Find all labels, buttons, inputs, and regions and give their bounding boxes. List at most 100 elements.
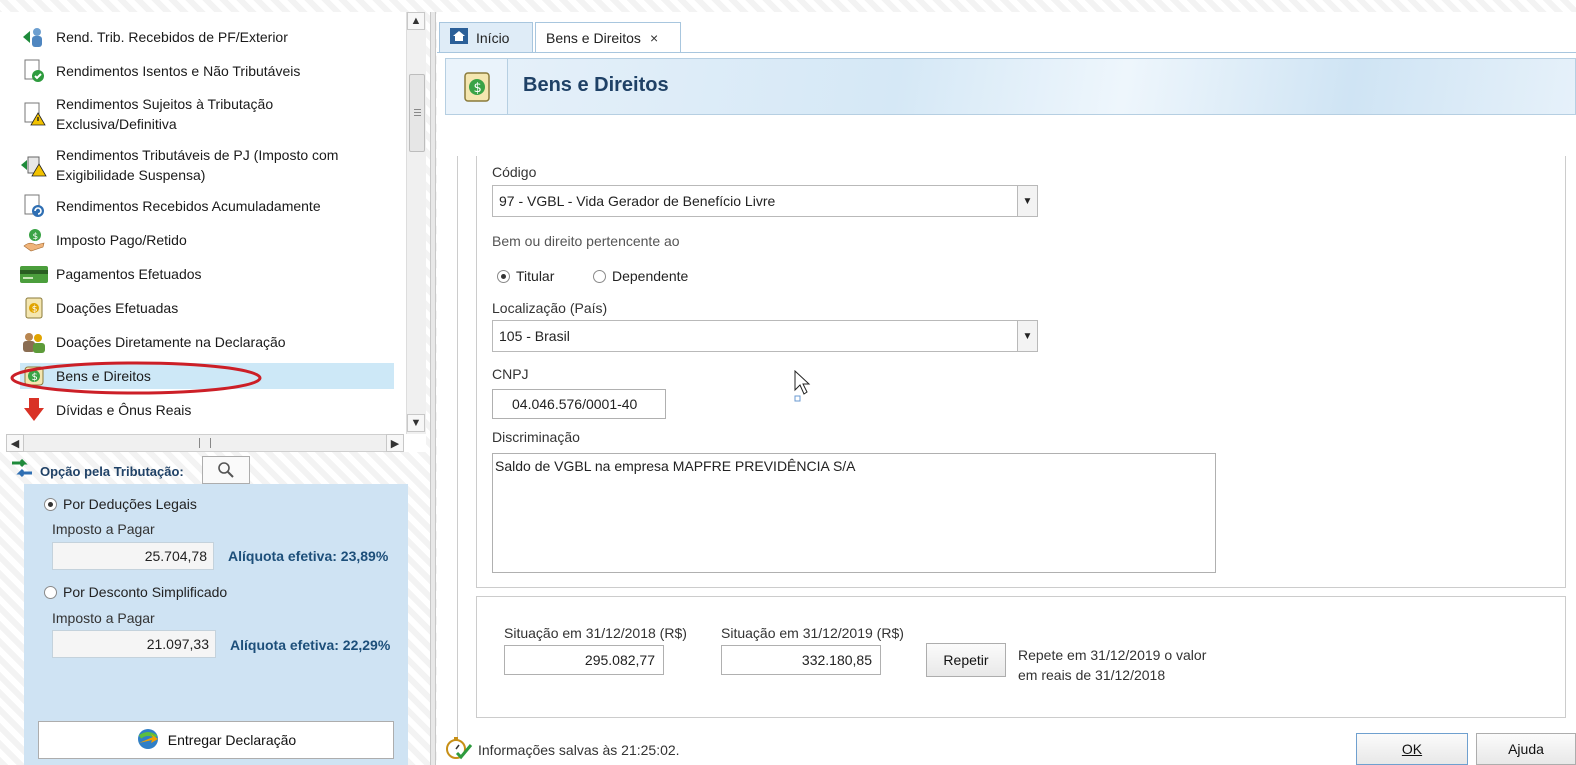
situacao-2019-input[interactable]: 332.180,85 xyxy=(721,645,881,675)
scroll-down-button[interactable]: ▼ xyxy=(407,414,425,432)
cnpj-input[interactable]: 04.046.576/0001-40 xyxy=(492,389,666,419)
radio-desconto-simplificado[interactable]: Por Desconto Simplificado xyxy=(44,584,227,600)
nav-item-label: Rendimentos Isentos e Não Tributáveis xyxy=(56,63,301,79)
imposto-simplificado-value: 21.097,33 xyxy=(52,630,216,658)
nav-item-doacoes-diretamente[interactable]: Doações Diretamente na Declaração xyxy=(20,329,394,355)
opcao-tributacao-panel: Por Deduções Legais Imposto a Pagar 25.7… xyxy=(24,484,408,765)
nav-item-rendimentos-tributaveis-pj[interactable]: Rendimentos Tributáveis de PJ (Imposto c… xyxy=(20,143,394,187)
imposto-label: Imposto a Pagar xyxy=(52,610,155,626)
people-icon xyxy=(20,328,48,356)
codigo-select[interactable]: 97 - VGBL - Vida Gerador de Benefício Li… xyxy=(492,185,1038,217)
person-arrow-icon xyxy=(20,23,48,51)
chevron-down-icon[interactable]: ▼ xyxy=(1017,321,1037,351)
localizacao-select[interactable]: 105 - Brasil ▼ xyxy=(492,320,1038,352)
discriminacao-label: Discriminação xyxy=(492,429,580,445)
nav-item-label: Pagamentos Efetuados xyxy=(56,266,202,282)
nav-item-label: Rendimentos Tributáveis de PJ (Imposto c… xyxy=(56,147,339,163)
money-bag-icon: $ xyxy=(463,71,490,102)
nav-horizontal-scrollbar[interactable]: ◀ ▶ xyxy=(6,434,404,452)
nav-item-rendimentos-isentos[interactable]: Rendimentos Isentos e Não Tributáveis xyxy=(20,58,394,84)
radio-label: Dependente xyxy=(612,268,689,284)
nav-item-rendimentos-acumuladamente[interactable]: Rendimentos Recebidos Acumuladamente xyxy=(20,193,394,219)
codigo-label: Código xyxy=(492,164,537,180)
document-refresh-icon xyxy=(20,192,48,220)
repetir-help-line2: em reais de 31/12/2018 xyxy=(1018,667,1166,683)
ok-label: OK xyxy=(1401,741,1423,757)
situacao-2019-label: Situação em 31/12/2019 (R$) xyxy=(721,625,904,641)
nav-item-label-line2: Exigibilidade Suspensa) xyxy=(56,167,206,183)
imposto-legais-value: 25.704,78 xyxy=(52,542,214,570)
entregar-declaracao-button[interactable]: Entregar Declaração xyxy=(38,721,394,759)
red-arrow-down-icon xyxy=(20,396,48,424)
nav-item-label-line2: Exclusiva/Definitiva xyxy=(56,116,177,132)
globe-arrow-icon xyxy=(136,727,160,754)
pertencente-label: Bem ou direito pertencente ao xyxy=(492,233,680,249)
nav-item-label: Rend. Trib. Recebidos de PF/Exterior xyxy=(56,29,288,45)
opcao-title: Opção pela Tributação: xyxy=(40,463,184,479)
nav-vertical-scrollbar[interactable]: ▲ ▼ xyxy=(406,12,426,434)
status-bar: Informações salvas às 21:25:02. xyxy=(445,736,680,763)
radio-titular[interactable]: Titular xyxy=(497,268,554,284)
entregar-label: Entregar Declaração xyxy=(167,732,297,748)
credit-card-icon xyxy=(20,260,48,288)
scroll-left-button[interactable]: ◀ xyxy=(6,434,24,452)
chevron-down-icon[interactable]: ▼ xyxy=(1017,186,1037,216)
scroll-right-button[interactable]: ▶ xyxy=(386,434,404,452)
nav-item-label: Rendimentos Sujeitos à Tributação xyxy=(56,96,274,112)
aliquota-simplificado: Alíquota efetiva: 22,29% xyxy=(230,637,391,653)
page-header: $ Bens e Direitos xyxy=(445,58,1576,115)
close-icon[interactable]: × xyxy=(650,30,658,46)
status-text: Informações salvas às 21:25:02. xyxy=(478,741,680,758)
building-warning-icon xyxy=(20,151,48,179)
radio-indicator[interactable] xyxy=(593,269,606,283)
opcao-header: Opção pela Tributação: xyxy=(10,456,424,484)
svg-text:$: $ xyxy=(32,305,38,315)
nav-item-imposto-pago-retido[interactable]: $ Imposto Pago/Retido xyxy=(20,227,394,253)
radio-label: Por Desconto Simplificado xyxy=(63,584,228,600)
panel-splitter[interactable] xyxy=(430,12,436,765)
nav-item-pagamentos-efetuados[interactable]: Pagamentos Efetuados xyxy=(20,261,394,287)
tab-label: Início xyxy=(476,29,510,46)
ajuda-label: Ajuda xyxy=(1508,741,1544,757)
nav-item-doacoes-efetuadas[interactable]: $ Doações Efetuadas xyxy=(20,295,394,321)
situacao-2018-input[interactable]: 295.082,77 xyxy=(504,645,664,675)
nav-item-rendimentos-sujeitos[interactable]: Rendimentos Sujeitos à Tributação Exclus… xyxy=(20,92,394,136)
nav-item-label: Dívidas e Ônus Reais xyxy=(56,402,192,418)
document-warning-icon xyxy=(20,100,48,128)
repetir-help-text: Repete em 31/12/2019 o valor em reais de… xyxy=(1018,645,1206,685)
radio-dependente[interactable]: Dependente xyxy=(593,268,688,284)
page-title: Bens e Direitos xyxy=(523,74,669,96)
nav-item-rend-trib-pf-exterior[interactable]: Rend. Trib. Recebidos de PF/Exterior xyxy=(20,24,394,50)
scroll-grip[interactable] xyxy=(199,438,211,448)
ajuda-button[interactable]: Ajuda xyxy=(1476,733,1576,765)
discriminacao-textarea[interactable]: Saldo de VGBL na empresa MAPFRE PREVIDÊN… xyxy=(492,453,1216,573)
page-icon-box: $ xyxy=(446,59,508,114)
tab-label: Bens e Direitos xyxy=(546,29,641,46)
situacao-section: Situação em 31/12/2018 (R$) 295.082,77 S… xyxy=(476,596,1566,718)
nav-item-label: Imposto Pago/Retido xyxy=(56,232,187,248)
document-check-icon xyxy=(20,57,48,85)
tab-inicio[interactable]: Início xyxy=(439,22,533,52)
radio-indicator[interactable] xyxy=(497,269,510,283)
money-document-icon: $ xyxy=(20,294,48,322)
nav-item-label-block: Rendimentos Sujeitos à Tributação Exclus… xyxy=(56,94,273,134)
scroll-up-button[interactable]: ▲ xyxy=(407,12,425,30)
tab-strip-border xyxy=(437,52,1576,53)
radio-indicator[interactable] xyxy=(44,585,57,599)
form-area: Código 97 - VGBL - Vida Gerador de Benef… xyxy=(457,156,1576,746)
ok-button[interactable]: OK xyxy=(1356,733,1468,765)
tab-bens-e-direitos[interactable]: Bens e Direitos × xyxy=(535,22,681,52)
stopwatch-check-icon xyxy=(445,736,473,763)
scroll-thumb[interactable] xyxy=(409,74,425,152)
nav-item-label: Doações Efetuadas xyxy=(56,300,179,316)
imposto-label: Imposto a Pagar xyxy=(52,521,155,537)
codigo-value: 97 - VGBL - Vida Gerador de Benefício Li… xyxy=(499,193,776,209)
radio-indicator[interactable] xyxy=(44,497,57,511)
opcao-search-button[interactable] xyxy=(202,456,250,484)
svg-text:$: $ xyxy=(33,232,39,242)
localizacao-label: Localização (País) xyxy=(492,300,608,316)
radio-deducoes-legais[interactable]: Por Deduções Legais xyxy=(44,496,197,512)
repetir-button[interactable]: Repetir xyxy=(926,643,1006,677)
nav-item-dividas-e-onus[interactable]: Dívidas e Ônus Reais xyxy=(20,397,394,423)
aliquota-legais: Alíquota efetiva: 23,89% xyxy=(228,548,389,564)
